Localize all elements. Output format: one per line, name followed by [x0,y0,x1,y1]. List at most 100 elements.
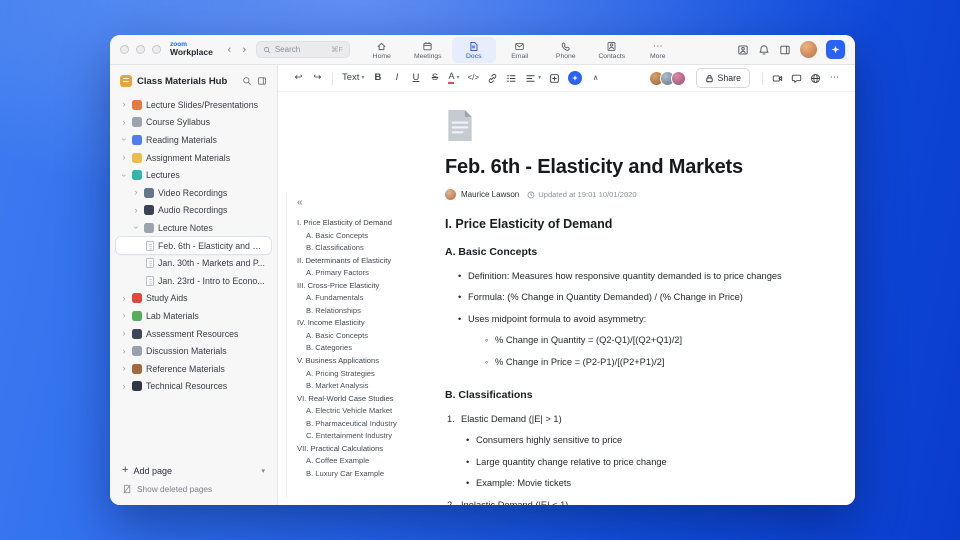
tab-phone[interactable]: Phone [544,37,588,63]
sidebar-item-reading-materials[interactable]: › Reading Materials [116,131,271,149]
bullet-item[interactable]: Consumers highly sensitive to price [445,435,831,446]
outline-item[interactable]: A. Fundamentals [297,292,426,305]
chevron-right-icon[interactable]: › [120,329,128,338]
code-button[interactable]: </> [464,69,482,88]
document-title[interactable]: Feb. 6th - Elasticity and Markets [445,156,831,179]
chevron-right-icon[interactable]: › [120,311,128,320]
subsection-heading[interactable]: B. Classifications [445,389,831,401]
chevron-down-icon[interactable]: › [120,171,130,179]
bullet-item[interactable]: Large quantity change relative to price … [445,457,831,468]
bullet-item[interactable]: Formula: (% Change in Quantity Demanded)… [445,292,831,303]
global-search-input[interactable]: Search ⌘F [255,41,350,58]
outline-item[interactable]: A. Coffee Example [297,455,426,468]
collapse-outline-button[interactable]: « [297,198,303,208]
outline-item[interactable]: C. Entertainment Industry [297,430,426,443]
chevron-down-icon[interactable]: › [132,224,142,232]
chevron-right-icon[interactable]: › [132,205,140,215]
sub-bullet-item[interactable]: % Change in Price = (P2-P1)/[(P2+P1)/2] [445,357,831,368]
outline-item[interactable]: A. Basic Concepts [297,230,426,243]
numbered-item[interactable]: 1. Elastic Demand (|E| > 1) [445,414,831,425]
strikethrough-button[interactable]: S [426,69,443,88]
tab-more[interactable]: ⋯ More [636,37,680,63]
numbered-item[interactable]: 2. Inelastic Demand (|E| < 1) [445,500,831,505]
text-style-dropdown[interactable]: Text ▾ [339,69,367,88]
outline-item[interactable]: B. Market Analysis [297,380,426,393]
underline-button[interactable]: U [407,69,424,88]
outline-item[interactable]: VII. Practical Calculations [297,443,426,456]
show-deleted-pages-button[interactable]: Show deleted pages [122,484,265,494]
outline-item[interactable]: B. Luxury Car Example [297,468,426,481]
minimize-window-button[interactable] [136,45,145,54]
collapse-toolbar-button[interactable]: ∧ [587,69,604,88]
sub-bullet-item[interactable]: % Change in Quantity = (Q2-Q1)/[(Q2+Q1)/… [445,335,831,346]
sidebar-item-reference-materials[interactable]: › Reference Materials [116,360,271,378]
sidebar-item-video-recordings[interactable]: › Video Recordings [116,184,271,202]
insert-block-button[interactable] [546,69,563,88]
document-cover-icon[interactable] [445,108,475,148]
bold-button[interactable]: B [369,69,386,88]
share-button[interactable]: Share [695,68,750,88]
subsection-heading[interactable]: A. Basic Concepts [445,246,831,258]
outline-item[interactable]: IV. Income Elasticity [297,317,426,330]
outline-item[interactable]: B. Relationships [297,305,426,318]
sidebar-item-lectures[interactable]: › Lectures [116,166,271,184]
chevron-right-icon[interactable]: › [120,293,128,303]
bulleted-list-button[interactable] [503,69,520,88]
outline-item[interactable]: II. Determinants of Elasticity [297,255,426,268]
sidebar-item-technical-resources[interactable]: › Technical Resources [116,378,271,396]
maximize-window-button[interactable] [152,45,161,54]
sidebar-item-study-aids[interactable]: › Study Aids [116,290,271,308]
outline-item[interactable]: V. Business Applications [297,355,426,368]
outline-item[interactable]: I. Price Elasticity of Demand [297,217,426,230]
comments-button[interactable] [788,69,805,88]
align-button[interactable]: ▾ [522,69,544,88]
chevron-right-icon[interactable]: › [120,381,128,391]
user-avatar[interactable] [800,41,817,58]
sidebar-item-assignment-materials[interactable]: › Assignment Materials [116,149,271,167]
add-page-chevron-icon[interactable]: ▾ [261,467,265,475]
font-color-button[interactable]: A ▾ [445,69,462,88]
start-video-button[interactable] [769,69,786,88]
sidebar-item-feb-6th-note[interactable]: Feb. 6th - Elasticity and M... [116,236,271,255]
chevron-down-icon[interactable]: › [120,136,130,144]
add-page-button[interactable]: + Add page ▾ [122,465,265,476]
section-heading[interactable]: I. Price Elasticity of Demand [445,217,831,231]
chevron-right-icon[interactable]: › [120,100,128,109]
outline-item[interactable]: III. Cross-Price Elasticity [297,280,426,293]
outline-item[interactable]: A. Pricing Strategies [297,368,426,381]
sidebar-item-course-syllabus[interactable]: › Course Syllabus [116,114,271,132]
bullet-item[interactable]: Example: Movie tickets [445,478,831,489]
more-options-button[interactable]: ⋯ [826,69,843,88]
tab-contacts[interactable]: Contacts [590,37,634,63]
chevron-right-icon[interactable]: › [120,117,128,127]
tab-home[interactable]: Home [360,37,404,63]
collaborator-avatar[interactable] [670,70,686,86]
chevron-right-icon[interactable]: › [132,188,140,197]
sidebar-item-jan-30th-note[interactable]: Jan. 30th - Markets and P... [116,254,271,272]
sidebar-item-assessment-resources[interactable]: › Assessment Resources [116,325,271,343]
tab-docs[interactable]: Docs [451,37,496,63]
translate-button[interactable] [807,69,824,88]
italic-button[interactable]: I [388,69,405,88]
outline-item[interactable]: A. Basic Concepts [297,330,426,343]
panel-toggle-icon[interactable] [779,44,791,56]
chevron-right-icon[interactable]: › [120,364,128,373]
outline-item[interactable]: B. Categories [297,342,426,355]
sidebar-search-icon[interactable] [242,76,252,86]
tab-email[interactable]: Email [498,37,542,63]
sidebar-item-lecture-notes[interactable]: › Lecture Notes [116,219,271,237]
undo-button[interactable]: ↩ [290,69,307,88]
link-button[interactable] [484,69,501,88]
chevron-right-icon[interactable]: › [120,346,128,356]
sidebar-item-jan-23rd-note[interactable]: Jan. 23rd - Intro to Econo... [116,272,271,290]
sidebar-panel-icon[interactable] [257,76,267,86]
outline-item[interactable]: B. Classifications [297,242,426,255]
ai-assist-button[interactable] [568,71,583,85]
bell-icon[interactable] [758,44,770,56]
forward-button[interactable]: › [237,42,252,57]
redo-button[interactable]: ↪ [309,69,326,88]
close-window-button[interactable] [120,45,129,54]
bullet-item[interactable]: Definition: Measures how responsive quan… [445,271,831,282]
ai-companion-button[interactable] [826,40,845,59]
chevron-right-icon[interactable]: › [120,153,128,162]
